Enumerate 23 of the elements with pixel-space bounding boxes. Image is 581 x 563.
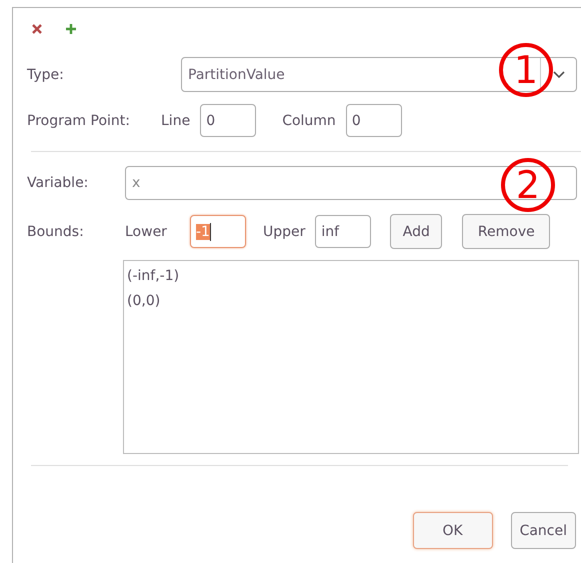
plus-icon[interactable] [65, 23, 77, 35]
callout-number: 1 [499, 43, 553, 97]
field-label: Lower [125, 224, 167, 240]
column-field[interactable]: 0 [346, 104, 402, 137]
list-item[interactable]: (0,0) [127, 291, 575, 316]
field-label: Program Point: [27, 112, 130, 128]
bounds-list[interactable]: (-inf,-1) (0,0) [123, 260, 579, 454]
cancel-button[interactable]: Cancel [510, 512, 576, 549]
add-button[interactable]: Add [390, 214, 442, 249]
chevron-down-icon[interactable] [552, 70, 564, 78]
field-label: Line [161, 112, 190, 128]
upper-field[interactable]: inf [315, 215, 372, 248]
field-label: Variable: [27, 175, 90, 191]
field-label: Upper [262, 224, 306, 240]
ok-button[interactable]: OK [412, 512, 493, 549]
remove-button[interactable]: Remove [462, 214, 550, 249]
close-icon[interactable] [31, 23, 43, 35]
list-item[interactable]: (-inf,-1) [127, 266, 575, 291]
field-label: Column [282, 112, 336, 128]
field-label: Bounds: [27, 224, 85, 240]
field-label: Type: [27, 66, 65, 82]
callout-number: 2 [501, 158, 555, 212]
line-field[interactable]: 0 [200, 104, 256, 137]
